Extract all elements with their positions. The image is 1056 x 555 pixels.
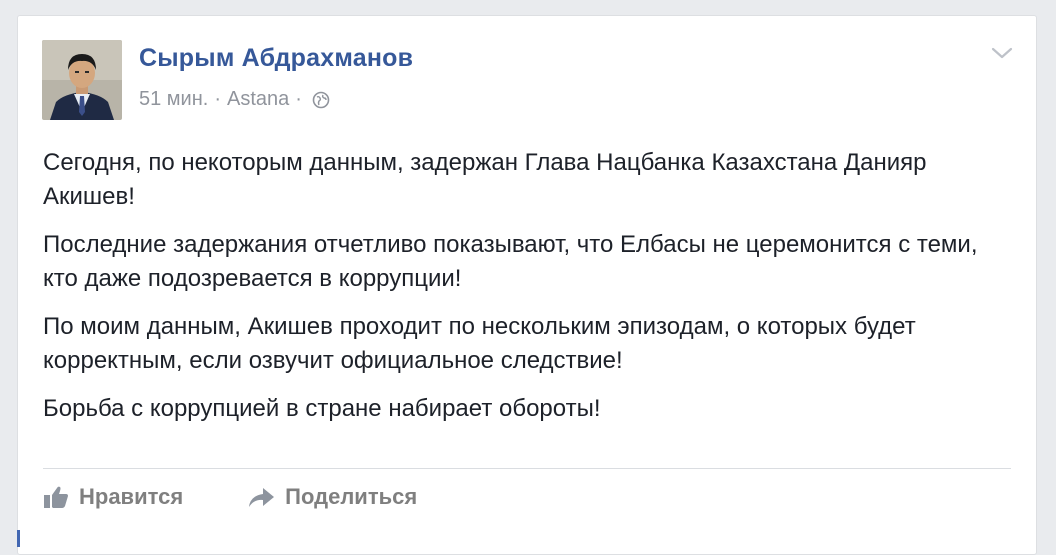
- post-time[interactable]: 51 мин.: [139, 88, 208, 111]
- avatar[interactable]: [42, 40, 122, 120]
- post-text: Сегодня, по некоторым данным, задержан Г…: [43, 146, 1018, 440]
- share-label: Поделиться: [285, 484, 418, 509]
- thumbs-up-icon: [44, 486, 68, 508]
- actions-divider: [43, 468, 1011, 469]
- post-card: Сырым Абдрахманов 51 мин. · Astana · Сег…: [17, 15, 1037, 555]
- like-label: Нравится: [79, 484, 184, 509]
- post-actions: Нравится Поделиться: [43, 484, 481, 510]
- comment-indicator: [17, 530, 20, 547]
- post-paragraph: Сегодня, по некоторым данным, задержан Г…: [43, 149, 927, 210]
- like-button[interactable]: Нравится: [43, 484, 183, 510]
- avatar-image: [42, 40, 122, 120]
- globe-icon[interactable]: [312, 91, 330, 109]
- post-paragraph: Последние задержания отчетливо показываю…: [43, 231, 978, 292]
- post-paragraph: Борьба с коррупцией в стране набирает об…: [43, 395, 601, 422]
- post-location[interactable]: Astana: [227, 88, 289, 111]
- author-name[interactable]: Сырым Абдрахманов: [139, 44, 413, 73]
- chevron-down-icon[interactable]: [990, 44, 1014, 62]
- post-paragraph: По моим данным, Акишев проходит по неско…: [43, 313, 916, 374]
- share-arrow-icon: [249, 488, 275, 507]
- meta-separator: ·: [295, 88, 302, 110]
- share-button[interactable]: Поделиться: [247, 484, 417, 510]
- post-meta: 51 мин. · Astana ·: [139, 88, 330, 111]
- meta-separator: ·: [214, 88, 221, 110]
